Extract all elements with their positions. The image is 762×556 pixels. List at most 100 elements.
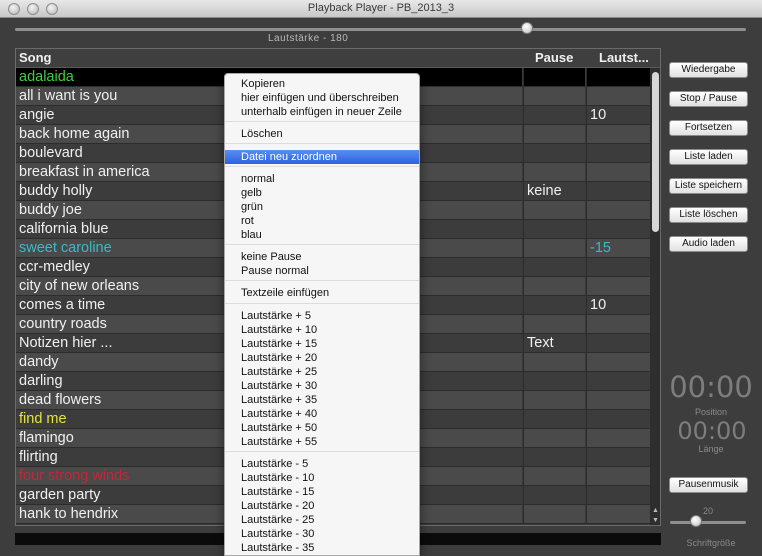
position-label: Position [694, 407, 728, 417]
lautstaerke-cell[interactable] [586, 372, 650, 390]
pause-cell[interactable] [523, 68, 585, 86]
liste-speichern-button[interactable]: Liste speichern [669, 178, 748, 194]
pause-cell[interactable] [523, 87, 585, 105]
menu-item-lautstaerke-plus-15[interactable]: Lautstärke + 15 [225, 337, 419, 351]
pause-cell[interactable] [523, 372, 585, 390]
menu-item-keine-pause[interactable]: keine Pause [225, 250, 419, 264]
audio-laden-button[interactable]: Audio laden [669, 236, 748, 252]
pause-cell[interactable] [523, 391, 585, 409]
lautstaerke-cell[interactable] [586, 429, 650, 447]
menu-separator [225, 166, 419, 167]
lautstaerke-cell[interactable]: 10 [586, 296, 650, 314]
pause-cell[interactable]: Text [523, 334, 585, 352]
menu-item-lautstaerke-plus-35[interactable]: Lautstärke + 35 [225, 393, 419, 407]
menu-item-einfuegen-neue-zeile[interactable]: unterhalb einfügen in neuer Zeile [225, 105, 419, 119]
lautstaerke-cell[interactable] [586, 163, 650, 181]
menu-item-lautstaerke-minus-30[interactable]: Lautstärke - 30 [225, 527, 419, 541]
pause-cell[interactable] [523, 296, 585, 314]
menu-item-lautstaerke-minus-5[interactable]: Lautstärke - 5 [225, 457, 419, 471]
menu-separator [225, 451, 419, 452]
menu-item-farbe-rot[interactable]: rot [225, 214, 419, 228]
liste-laden-button[interactable]: Liste laden [669, 149, 748, 165]
pause-cell[interactable] [523, 258, 585, 276]
menu-item-lautstaerke-plus-30[interactable]: Lautstärke + 30 [225, 379, 419, 393]
menu-item-lautstaerke-plus-5[interactable]: Lautstärke + 5 [225, 309, 419, 323]
lautstaerke-cell[interactable] [586, 334, 650, 352]
pause-cell[interactable] [523, 277, 585, 295]
menu-item-loeschen[interactable]: Löschen [225, 127, 419, 141]
fortsetzen-button[interactable]: Fortsetzen [669, 120, 748, 136]
pause-cell[interactable] [523, 315, 585, 333]
volume-slider-knob[interactable] [521, 22, 533, 34]
pause-cell[interactable] [523, 467, 585, 485]
scrollbar-thumb[interactable] [652, 72, 659, 232]
liste-loeschen-button[interactable]: Liste löschen [669, 207, 748, 223]
menu-item-farbe-blau[interactable]: blau [225, 228, 419, 242]
font-size-slider-track[interactable] [670, 521, 746, 524]
menu-item-lautstaerke-plus-20[interactable]: Lautstärke + 20 [225, 351, 419, 365]
lautstaerke-cell[interactable] [586, 448, 650, 466]
pause-cell[interactable] [523, 448, 585, 466]
lautstaerke-cell[interactable]: -15 [586, 239, 650, 257]
menu-item-lautstaerke-plus-55[interactable]: Lautstärke + 55 [225, 435, 419, 449]
pause-cell[interactable] [523, 505, 585, 523]
lautstaerke-cell[interactable] [586, 486, 650, 504]
lautstaerke-cell[interactable] [586, 182, 650, 200]
menu-item-einfuegen-ueberschreiben[interactable]: hier einfügen und überschreiben [225, 91, 419, 105]
pause-cell[interactable] [523, 125, 585, 143]
pause-cell[interactable] [523, 163, 585, 181]
menu-item-lautstaerke-minus-15[interactable]: Lautstärke - 15 [225, 485, 419, 499]
column-header-song[interactable]: Song [19, 50, 52, 65]
lautstaerke-cell[interactable] [586, 277, 650, 295]
pause-cell[interactable] [523, 201, 585, 219]
lautstaerke-cell[interactable] [586, 68, 650, 86]
menu-item-pause-normal[interactable]: Pause normal [225, 264, 419, 278]
pause-cell[interactable] [523, 239, 585, 257]
pause-cell[interactable] [523, 486, 585, 504]
pause-cell[interactable] [523, 106, 585, 124]
lautstaerke-cell[interactable] [586, 353, 650, 371]
pause-cell[interactable]: keine [523, 182, 585, 200]
lautstaerke-cell[interactable] [586, 391, 650, 409]
wiedergabe-button[interactable]: Wiedergabe [669, 62, 748, 78]
menu-item-farbe-gelb[interactable]: gelb [225, 186, 419, 200]
menu-item-lautstaerke-plus-50[interactable]: Lautstärke + 50 [225, 421, 419, 435]
scroll-up-arrow-icon[interactable]: ▲ [652, 507, 659, 514]
menu-item-lautstaerke-plus-40[interactable]: Lautstärke + 40 [225, 407, 419, 421]
pause-cell[interactable] [523, 220, 585, 238]
pause-cell[interactable] [523, 353, 585, 371]
vertical-scrollbar[interactable]: ▲ ▼ [650, 68, 660, 525]
menu-item-lautstaerke-plus-10[interactable]: Lautstärke + 10 [225, 323, 419, 337]
pause-cell[interactable] [523, 429, 585, 447]
stop-pause-button[interactable]: Stop / Pause [669, 91, 748, 107]
scroll-down-arrow-icon[interactable]: ▼ [652, 517, 659, 524]
lautstaerke-cell[interactable] [586, 467, 650, 485]
lautstaerke-cell[interactable] [586, 315, 650, 333]
column-header-pause[interactable]: Pause [535, 50, 573, 65]
column-header-lautstaerke[interactable]: Lautst... [599, 50, 649, 65]
menu-item-lautstaerke-plus-25[interactable]: Lautstärke + 25 [225, 365, 419, 379]
lautstaerke-cell[interactable] [586, 410, 650, 428]
lautstaerke-cell[interactable] [586, 258, 650, 276]
lautstaerke-cell[interactable] [586, 201, 650, 219]
pausenmusik-button[interactable]: Pausenmusik [669, 477, 748, 493]
menu-item-farbe-gruen[interactable]: grün [225, 200, 419, 214]
menu-item-textzeile-einfuegen[interactable]: Textzeile einfügen [225, 286, 419, 300]
menu-item-lautstaerke-minus-35[interactable]: Lautstärke - 35 [225, 541, 419, 555]
menu-item-lautstaerke-minus-20[interactable]: Lautstärke - 20 [225, 499, 419, 513]
menu-item-farbe-normal[interactable]: normal [225, 172, 419, 186]
volume-slider-track[interactable] [15, 28, 746, 31]
pause-cell[interactable] [523, 410, 585, 428]
lautstaerke-cell[interactable]: 10 [586, 106, 650, 124]
pause-cell[interactable] [523, 144, 585, 162]
lautstaerke-cell[interactable] [586, 125, 650, 143]
lautstaerke-cell[interactable] [586, 220, 650, 238]
menu-item-datei-neu-zuordnen[interactable]: Datei neu zuordnen [225, 150, 419, 164]
font-size-slider-knob[interactable] [690, 515, 702, 527]
menu-item-kopieren[interactable]: Kopieren [225, 77, 419, 91]
lautstaerke-cell[interactable] [586, 87, 650, 105]
lautstaerke-cell[interactable] [586, 144, 650, 162]
menu-item-lautstaerke-minus-10[interactable]: Lautstärke - 10 [225, 471, 419, 485]
menu-item-lautstaerke-minus-25[interactable]: Lautstärke - 25 [225, 513, 419, 527]
lautstaerke-cell[interactable] [586, 505, 650, 523]
